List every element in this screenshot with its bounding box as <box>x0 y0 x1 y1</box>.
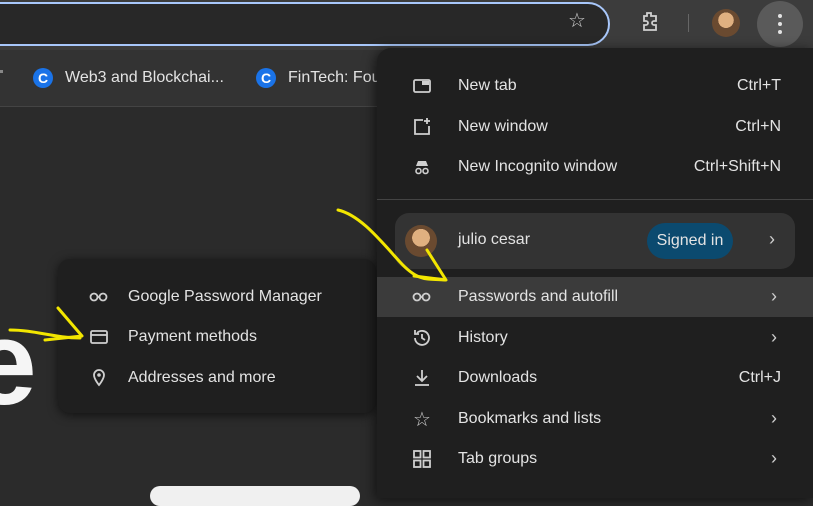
passwords-submenu: Google Password Manager Payment methods … <box>58 259 376 413</box>
chevron-right-icon: › <box>769 229 775 249</box>
toolbar-separator <box>688 14 689 32</box>
chevron-right-icon: › <box>771 408 777 428</box>
chrome-menu-button[interactable] <box>757 1 803 47</box>
submenu-item-label: Addresses and more <box>128 369 276 386</box>
extensions-puzzle-icon[interactable] <box>638 10 662 34</box>
bookmark-favicon-icon: C <box>256 68 276 88</box>
bookmark-item[interactable]: C Web3 and Blockchai... <box>33 66 224 90</box>
submenu-item-label: Payment methods <box>128 328 257 345</box>
submenu-item-label: Google Password Manager <box>128 288 322 305</box>
menu-divider <box>377 199 813 200</box>
bookmark-overflow-dot <box>0 70 3 73</box>
bookmark-label: Web3 and Blockchai... <box>65 69 224 86</box>
menu-item-bookmarks-lists[interactable]: ☆ Bookmarks and lists › <box>377 399 813 439</box>
menu-item-label: History <box>458 329 508 346</box>
new-tab-icon <box>411 75 433 97</box>
browser-toolbar: ☆ <box>0 0 813 50</box>
submenu-item-addresses[interactable]: Addresses and more <box>58 358 376 398</box>
menu-item-shortcut: Ctrl+J <box>738 369 781 386</box>
menu-item-label: New tab <box>458 77 517 94</box>
menu-item-new-window[interactable]: New window Ctrl+N <box>377 107 813 147</box>
avatar <box>405 225 437 257</box>
menu-item-label: New Incognito window <box>458 158 618 175</box>
location-pin-icon <box>88 367 110 389</box>
signed-in-badge: Signed in <box>647 223 733 259</box>
menu-item-shortcut: Ctrl+Shift+N <box>693 158 781 175</box>
history-icon <box>411 327 433 349</box>
submenu-item-password-manager[interactable]: Google Password Manager <box>58 277 376 317</box>
chevron-right-icon: › <box>771 286 777 306</box>
download-icon <box>411 367 433 389</box>
menu-item-label: Passwords and autofill <box>458 288 619 305</box>
bookmark-star-icon[interactable]: ☆ <box>566 10 588 32</box>
incognito-icon <box>411 156 433 178</box>
menu-item-downloads[interactable]: Downloads Ctrl+J <box>377 358 813 398</box>
grid-icon <box>411 448 433 470</box>
key-icon <box>88 286 110 308</box>
profile-avatar[interactable] <box>712 9 740 37</box>
menu-item-shortcut: Ctrl+T <box>737 77 781 94</box>
chrome-main-menu: New tab Ctrl+T New window Ctrl+N New Inc… <box>377 48 813 498</box>
menu-item-passwords-autofill[interactable]: Passwords and autofill › <box>377 277 813 317</box>
menu-item-label: Bookmarks and lists <box>458 410 602 427</box>
menu-item-label: Downloads <box>458 369 538 386</box>
chevron-right-icon: › <box>771 327 777 347</box>
bookmark-favicon-icon: C <box>33 68 53 88</box>
address-bar[interactable] <box>0 2 610 46</box>
menu-profile-row[interactable]: julio cesar Signed in › <box>395 213 795 269</box>
key-icon <box>411 286 433 308</box>
submenu-item-payment-methods[interactable]: Payment methods <box>58 317 376 357</box>
card-icon <box>88 326 110 348</box>
menu-item-label: New window <box>458 118 548 135</box>
page-search-box-edge <box>150 486 360 506</box>
menu-item-label: Tab groups <box>458 450 538 467</box>
menu-item-new-incognito[interactable]: New Incognito window Ctrl+Shift+N <box>377 147 813 187</box>
bookmark-label: FinTech: Fou <box>288 69 381 86</box>
new-window-icon <box>411 116 433 138</box>
page-large-letter: e <box>0 296 37 430</box>
menu-item-history[interactable]: History › <box>377 318 813 358</box>
star-icon: ☆ <box>413 408 431 431</box>
chevron-right-icon: › <box>771 448 777 468</box>
menu-item-new-tab[interactable]: New tab Ctrl+T <box>377 66 813 106</box>
menu-item-tab-groups[interactable]: Tab groups › <box>377 439 813 479</box>
bookmark-item[interactable]: C FinTech: Fou <box>256 66 380 90</box>
profile-name: julio cesar <box>458 231 531 248</box>
menu-item-shortcut: Ctrl+N <box>735 118 781 135</box>
